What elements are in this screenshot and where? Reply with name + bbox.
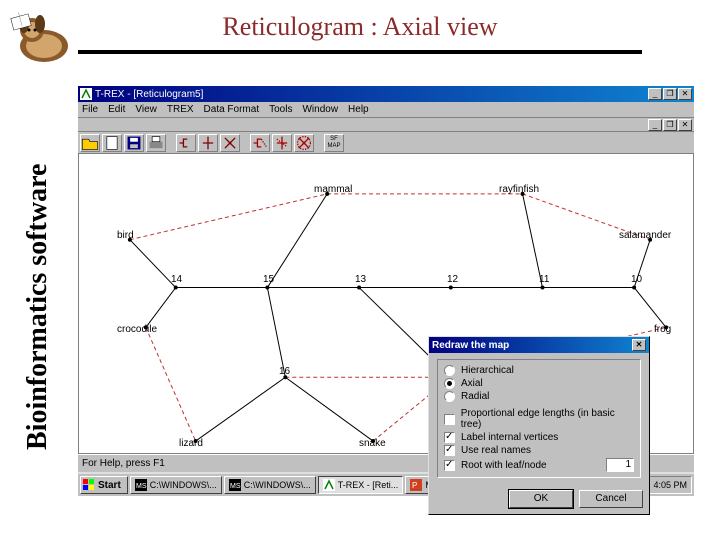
map3-button[interactable] <box>294 134 314 152</box>
print-button[interactable] <box>146 134 166 152</box>
task-label: C:\WINDOWS\... <box>244 480 311 490</box>
close-button[interactable]: ✕ <box>678 88 692 100</box>
node-11: 11 <box>539 274 549 285</box>
maximize-button[interactable]: ❐ <box>663 88 677 100</box>
redraw-dialog[interactable]: Redraw the map ✕ Hierarchical Axial Radi… <box>428 336 650 515</box>
ok-button[interactable]: OK <box>509 490 573 508</box>
node-bird: bird <box>117 230 134 241</box>
app-icon <box>323 479 335 491</box>
new-button[interactable] <box>102 134 122 152</box>
windows-icon <box>83 479 95 491</box>
dialog-titlebar[interactable]: Redraw the map ✕ <box>429 337 649 353</box>
mdi-close-button[interactable]: ✕ <box>678 119 692 131</box>
label-root: Root with leaf/node <box>461 460 547 471</box>
menu-trex[interactable]: TREX <box>167 104 194 115</box>
open-button[interactable] <box>80 134 100 152</box>
check-labelinternal[interactable] <box>444 432 455 443</box>
menubar: File Edit View TREX Data Format Tools Wi… <box>78 102 694 118</box>
node-12: 12 <box>447 274 458 285</box>
node-crocodile: crocodile <box>117 324 157 335</box>
task-item[interactable]: MS C:\WINDOWS\... <box>130 476 222 494</box>
menu-window[interactable]: Window <box>302 104 338 115</box>
node-frog: frog <box>654 324 671 335</box>
powerpoint-icon: P <box>410 479 422 491</box>
menu-edit[interactable]: Edit <box>108 104 125 115</box>
tree1-button[interactable] <box>176 134 196 152</box>
check-propedge[interactable] <box>444 414 455 425</box>
node-15: 15 <box>263 274 274 285</box>
node-snake: snake <box>359 438 386 449</box>
title-underline <box>78 50 642 54</box>
root-value-input[interactable]: 1 <box>606 458 634 472</box>
toolbar: SFMAP <box>78 132 694 154</box>
slide-title: Reticulogram : Axial view <box>0 0 720 48</box>
mascot-image <box>10 4 74 68</box>
check-realnames[interactable] <box>444 445 455 456</box>
dos-icon: MS <box>229 479 241 491</box>
node-10: 10 <box>631 274 642 285</box>
minimize-button[interactable]: _ <box>648 88 662 100</box>
menu-view[interactable]: View <box>135 104 157 115</box>
dialog-title-text: Redraw the map <box>432 340 509 351</box>
tray-clock: 4:05 PM <box>653 480 687 490</box>
save-button[interactable] <box>124 134 144 152</box>
check-root[interactable] <box>444 460 455 471</box>
svg-text:MS: MS <box>230 483 241 490</box>
label-realnames: Use real names <box>461 445 531 456</box>
label-axial: Axial <box>461 378 483 389</box>
menu-help[interactable]: Help <box>348 104 369 115</box>
radio-radial[interactable] <box>444 391 455 402</box>
menu-tools[interactable]: Tools <box>269 104 292 115</box>
node-salamander: salamander <box>619 230 671 241</box>
tree2-button[interactable] <box>198 134 218 152</box>
dialog-body: Hierarchical Axial Radial Proportional e… <box>429 353 649 486</box>
node-mammal: mammal <box>314 184 352 195</box>
task-item-active[interactable]: T-REX - [Reti... <box>318 476 404 494</box>
map2-button[interactable] <box>272 134 292 152</box>
start-button[interactable]: Start <box>80 476 128 494</box>
svg-text:MS: MS <box>136 483 147 490</box>
label-radial: Radial <box>461 391 489 402</box>
sfmap-button[interactable]: SFMAP <box>324 134 344 152</box>
node-14: 14 <box>171 274 182 285</box>
status-text: For Help, press F1 <box>82 458 165 469</box>
mdi-controls: _ ❐ ✕ <box>78 118 694 132</box>
sidebar-label: Bioinformatics software <box>22 150 54 450</box>
dialog-close-button[interactable]: ✕ <box>632 339 646 351</box>
menu-data[interactable]: Data Format <box>204 104 260 115</box>
label-hierarchical: Hierarchical <box>461 365 514 376</box>
task-item[interactable]: MS C:\WINDOWS\... <box>224 476 316 494</box>
task-label: C:\WINDOWS\... <box>150 480 217 490</box>
node-lizard: lizard <box>179 438 203 449</box>
start-label: Start <box>98 480 121 491</box>
cancel-button[interactable]: Cancel <box>579 490 643 508</box>
tree3-button[interactable] <box>220 134 240 152</box>
app-title-text: T-REX - [Reticulogram5] <box>95 89 203 100</box>
node-13: 13 <box>355 274 366 285</box>
node-rayfinfish: rayfinfish <box>499 184 539 195</box>
svg-text:P: P <box>412 481 417 490</box>
app-titlebar[interactable]: T-REX - [Reticulogram5] _ ❐ ✕ <box>78 86 694 102</box>
label-labelinternal: Label internal vertices <box>461 432 558 443</box>
radio-axial[interactable] <box>444 378 455 389</box>
radio-hierarchical[interactable] <box>444 365 455 376</box>
map1-button[interactable] <box>250 134 270 152</box>
dos-icon: MS <box>135 479 147 491</box>
app-window: T-REX - [Reticulogram5] _ ❐ ✕ File Edit … <box>78 86 694 506</box>
mdi-restore-button[interactable]: ❐ <box>663 119 677 131</box>
app-icon <box>80 88 92 100</box>
menu-file[interactable]: File <box>82 104 98 115</box>
label-propedge: Proportional edge lengths (in basic tree… <box>461 408 634 430</box>
task-label: T-REX - [Reti... <box>338 480 399 490</box>
node-16: 16 <box>279 366 290 377</box>
mdi-minimize-button[interactable]: _ <box>648 119 662 131</box>
